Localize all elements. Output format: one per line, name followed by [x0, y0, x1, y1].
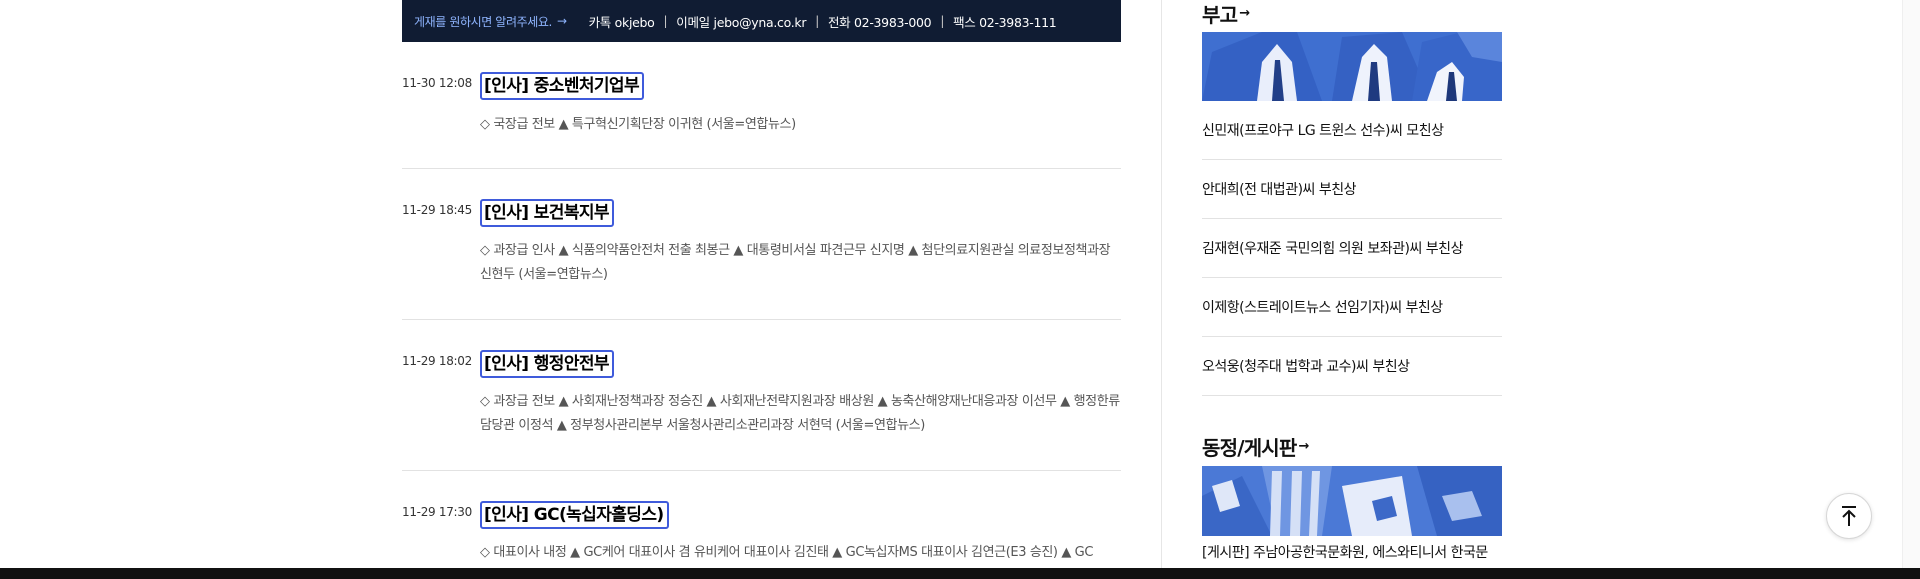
news-summary: ◇ 과장급 전보 ▲ 사회재난정책과장 정승진 ▲ 사회재난전략지원과장 배상원… [480, 394, 1120, 433]
obituary-item[interactable]: 오석웅(청주대 법학과 교수)씨 부친상 [1202, 337, 1502, 396]
divider: | [940, 14, 945, 28]
news-title-link[interactable]: [인사] 중소벤처기업부 [480, 72, 645, 100]
tip-phone: 전화 02-3983-000 [827, 14, 932, 30]
news-item: 11-29 17:30 [인사] GC(녹십자홀딩스) ◇ 대표이사 내정 ▲ … [402, 471, 1121, 579]
arrow-up-to-line-icon [1842, 506, 1856, 526]
board-title-label: 동정/게시판 [1202, 436, 1297, 460]
news-title-link[interactable]: [인사] 보건복지부 [480, 199, 614, 227]
obituary-title-label: 부고 [1202, 3, 1238, 27]
tip-cta-link[interactable]: 게재를 원하시면 알려주세요. → [414, 13, 567, 30]
obituary-section-title[interactable]: 부고 → [1202, 0, 1502, 28]
page: 게재를 원하시면 알려주세요. → 카톡 okjebo | 이메일 jebo@y… [0, 0, 1920, 579]
scrollbar[interactable] [1902, 0, 1920, 579]
tip-kakao: 카톡 okjebo [588, 14, 655, 30]
divider: | [815, 14, 819, 28]
businessmen-photo-icon [1202, 32, 1502, 101]
board-item[interactable]: [게시판] 주남아공한국문화원, 에스와티니서 한국문 [1202, 542, 1502, 562]
people-photo-icon [1202, 466, 1502, 536]
news-time: 11-29 18:45 [402, 203, 472, 217]
sidebar-divider [1161, 0, 1162, 579]
obituary-thumbnail[interactable] [1202, 32, 1502, 101]
news-item: 11-29 18:02 [인사] 행정안전부 ◇ 과장급 전보 ▲ 사회재난정책… [402, 320, 1121, 471]
news-summary: ◇ 대표이사 내정 ▲ GC케어 대표이사 겸 유비케어 대표이사 김진태 ▲ … [480, 545, 1094, 560]
tip-bar: 게재를 원하시면 알려주세요. → 카톡 okjebo | 이메일 jebo@y… [402, 0, 1121, 42]
obituary-item[interactable]: 이제항(스트레이트뉴스 선임기자)씨 부친상 [1202, 278, 1502, 337]
arrow-right-icon: → [556, 14, 567, 28]
news-summary: ◇ 과장급 인사 ▲ 식품의약품안전처 전출 최봉근 ▲ 대통령비서실 파견근무… [480, 243, 1111, 282]
arrow-right-icon: → [1239, 6, 1250, 21]
news-item: 11-29 18:45 [인사] 보건복지부 ◇ 과장급 인사 ▲ 식품의약품안… [402, 169, 1121, 320]
news-item: 11-30 12:08 [인사] 중소벤처기업부 ◇ 국장급 전보 ▲ 특구혁신… [402, 42, 1121, 169]
tip-contact-info: 카톡 okjebo | 이메일 jebo@yna.co.kr | 전화 02-3… [589, 12, 1057, 31]
bottom-bar [0, 568, 1920, 579]
news-summary: ◇ 국장급 전보 ▲ 특구혁신기획단장 이귀현 (서울=연합뉴스) [480, 117, 796, 132]
obituary-item[interactable]: 안대희(전 대법관)씨 부친상 [1202, 160, 1502, 219]
news-time: 11-29 17:30 [402, 505, 472, 519]
news-time: 11-29 18:02 [402, 354, 472, 368]
news-title-link[interactable]: [인사] 행정안전부 [480, 350, 614, 378]
scroll-to-top-button[interactable] [1826, 493, 1872, 539]
divider: | [663, 14, 668, 28]
obituary-item[interactable]: 김재현(우재준 국민의힘 의원 보좌관)씨 부친상 [1202, 219, 1502, 278]
tip-fax: 팩스 02-3983-111 [953, 14, 1057, 30]
news-title-link[interactable]: [인사] GC(녹십자홀딩스) [480, 501, 669, 529]
board-thumbnail[interactable] [1202, 466, 1502, 536]
tip-cta-label: 게재를 원하시면 알려주세요. [414, 14, 552, 29]
news-list: 11-30 12:08 [인사] 중소벤처기업부 ◇ 국장급 전보 ▲ 특구혁신… [402, 42, 1121, 579]
tip-email: 이메일 jebo@yna.co.kr [676, 14, 807, 30]
news-time: 11-30 12:08 [402, 76, 472, 90]
obituary-list: 신민재(프로야구 LG 트윈스 선수)씨 모친상 안대희(전 대법관)씨 부친상… [1202, 101, 1502, 396]
obituary-item[interactable]: 신민재(프로야구 LG 트윈스 선수)씨 모친상 [1202, 101, 1502, 160]
arrow-right-icon: → [1298, 439, 1310, 454]
board-section-title[interactable]: 동정/게시판 → [1202, 432, 1502, 461]
